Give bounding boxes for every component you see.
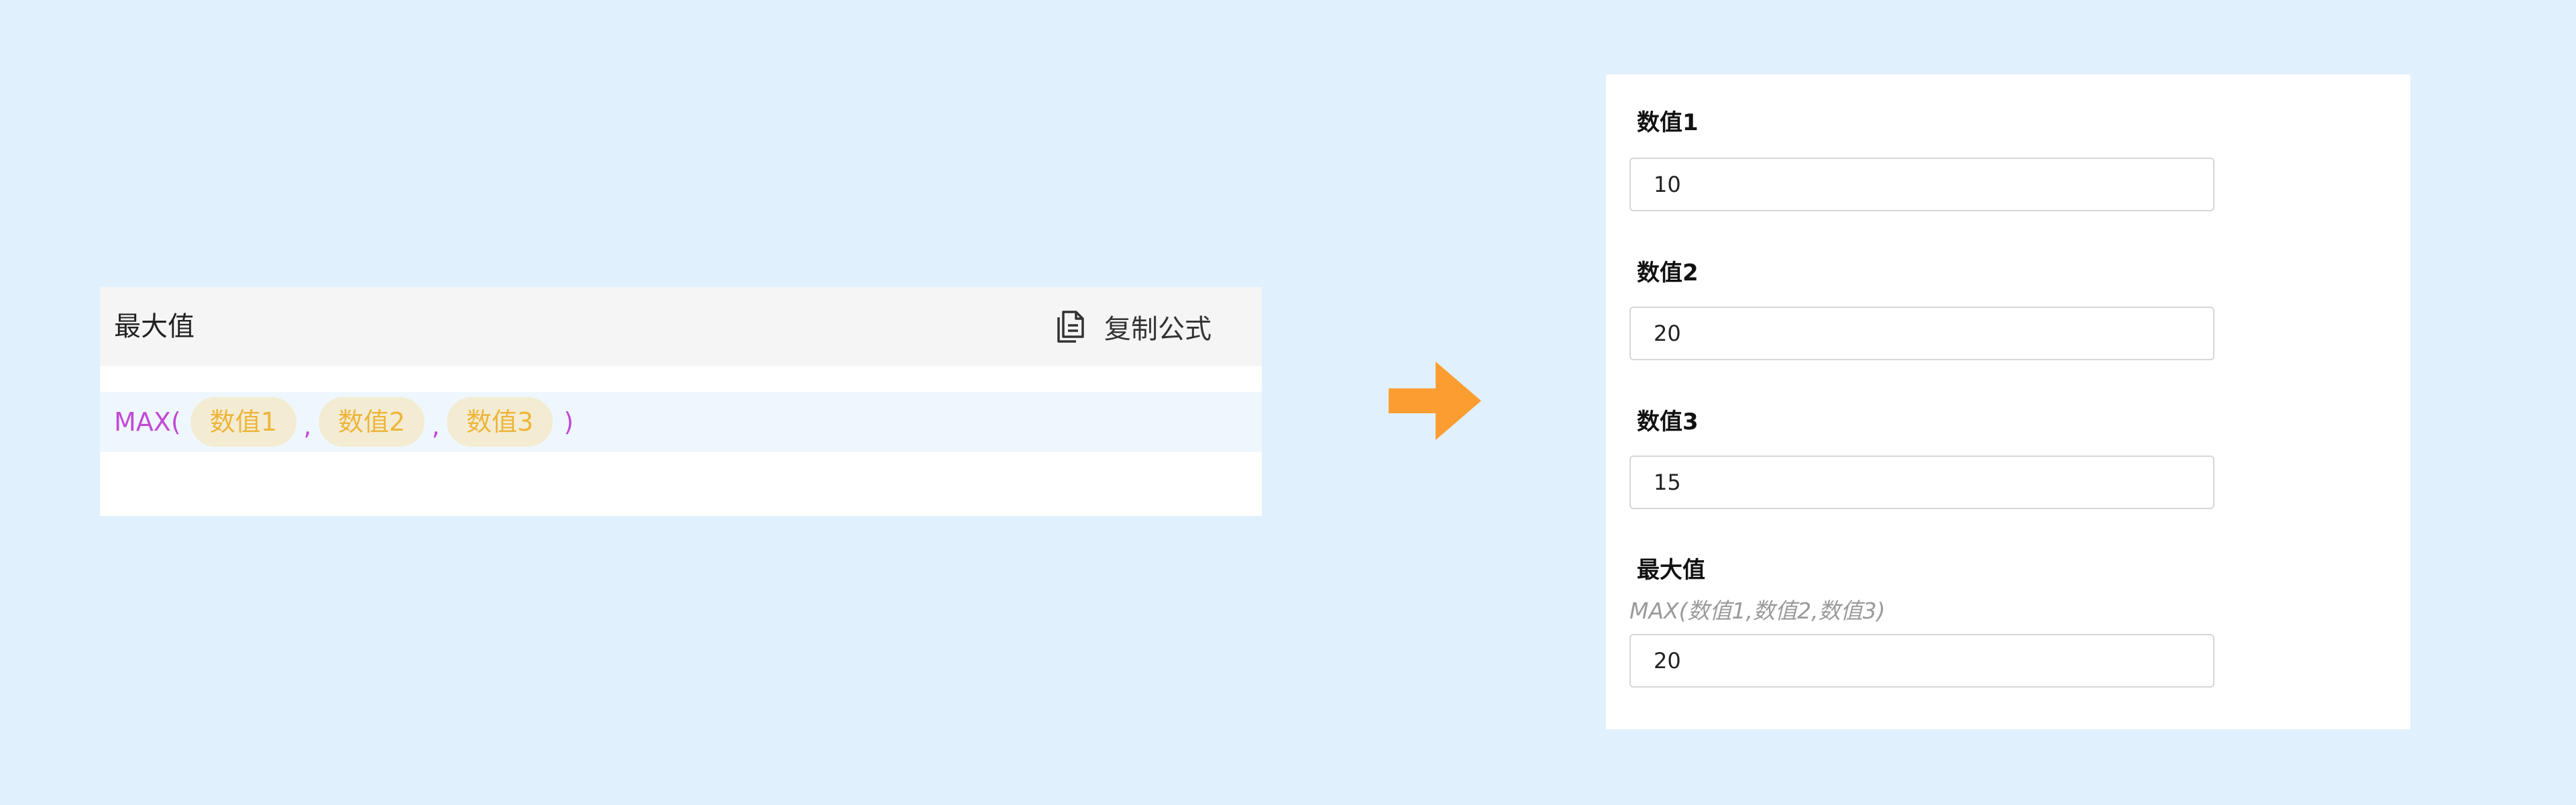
formula-card: 最大值 复制公式 MAX( 数值1 , 数值2 , 数值3 ) [100,287,1262,516]
field-label-value3: 数值3 [1637,409,1699,435]
max-result-input[interactable] [1629,634,2214,688]
formula-expression: MAX( 数值1 , 数值2 , 数值3 ) [114,392,574,452]
copy-formula-button[interactable]: 复制公式 [1056,287,1212,366]
formula-arg-chip[interactable]: 数值3 [447,397,553,447]
value3-input[interactable] [1629,455,2214,509]
value1-input[interactable] [1629,158,2214,211]
copy-formula-label: 复制公式 [1104,314,1212,345]
function-close-paren: ) [564,407,574,437]
function-name: MAX( [114,407,181,437]
formula-arg-chip[interactable]: 数值2 [318,397,425,447]
formula-hint: MAX(数值1,数值2,数值3) [1629,598,1886,624]
arrow-right-icon [1389,362,1481,440]
field-label-value1: 数值1 [1637,109,1699,136]
field-label-max: 最大值 [1637,557,1705,584]
formula-row: MAX( 数值1 , 数值2 , 数值3 ) [100,392,1262,452]
copy-document-icon [1056,309,1089,345]
field-label-value2: 数值2 [1637,260,1699,286]
formula-arg-chip[interactable]: 数值1 [190,397,297,447]
value2-input[interactable] [1629,307,2214,360]
form-panel: 数值1 数值2 数值3 最大值 MAX(数值1,数值2,数值3) [1606,74,2410,729]
formula-title: 最大值 [114,311,195,342]
formula-header: 最大值 复制公式 [100,287,1262,366]
arg-separator: , [431,411,440,441]
arg-separator: , [303,411,312,441]
